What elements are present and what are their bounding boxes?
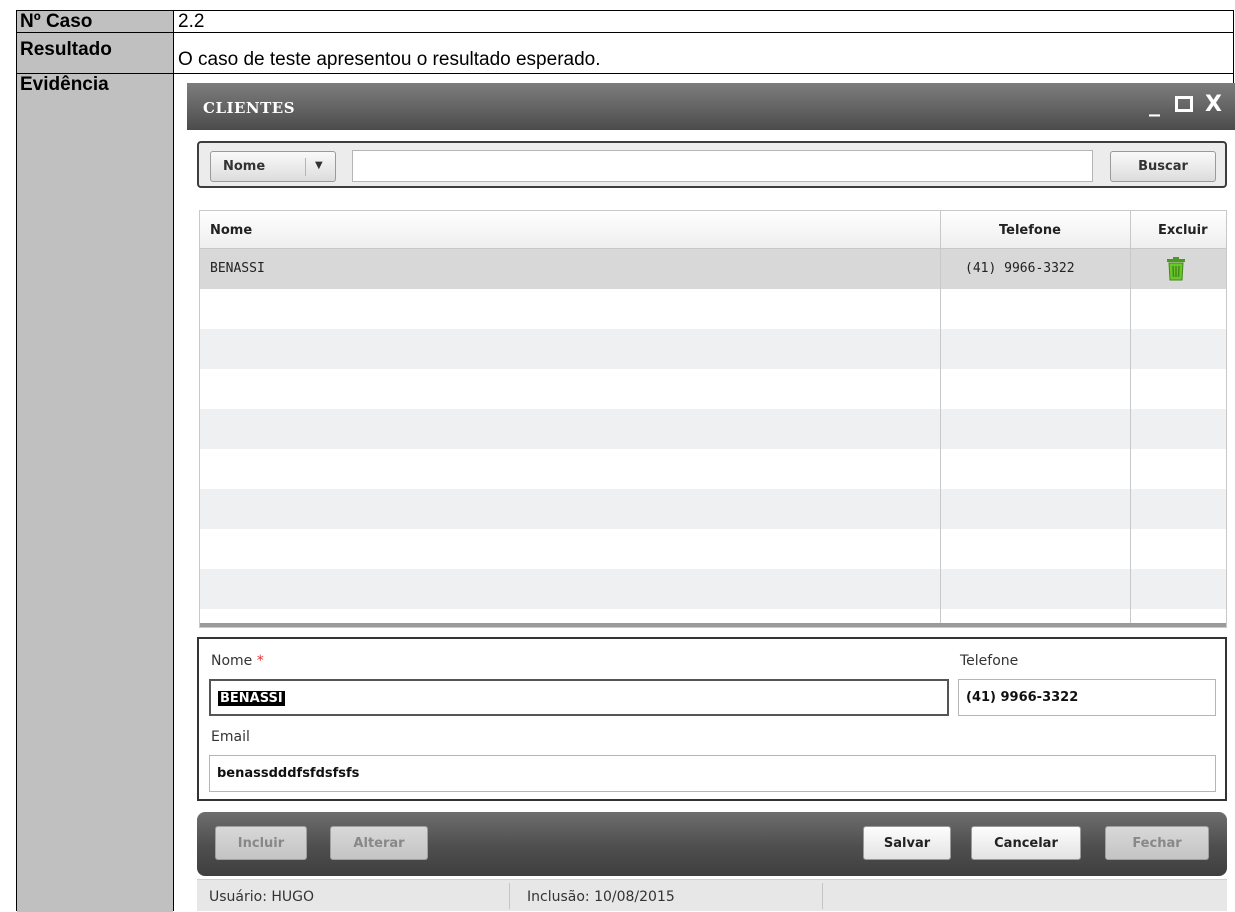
result-label: Resultado [17, 39, 173, 73]
table-row[interactable] [200, 529, 1226, 569]
maximize-icon[interactable] [1175, 94, 1193, 118]
status-divider [509, 883, 510, 909]
status-bar: Usuário: HUGO Inclusão: 10/08/2015 [197, 879, 1227, 911]
telefone-label: Telefone [960, 653, 1019, 669]
trash-icon[interactable] [1167, 257, 1185, 285]
table-row[interactable] [200, 489, 1226, 529]
nome-label: Nome * [211, 653, 264, 669]
row-telefone: (41) 9966-3322 [965, 261, 1075, 276]
column-header-nome[interactable]: Nome [210, 223, 252, 238]
search-field-select-label: Nome [223, 159, 266, 174]
column-divider [173, 11, 174, 911]
nome-label-text: Nome [211, 653, 253, 669]
chevron-down-icon: ▼ [315, 160, 323, 171]
incluir-button[interactable]: Incluir [215, 826, 307, 860]
alterar-button[interactable]: Alterar [330, 826, 428, 860]
status-inclusao: Inclusão: 10/08/2015 [527, 889, 675, 905]
fechar-button[interactable]: Fechar [1105, 826, 1209, 860]
case-label: Nº Caso [17, 11, 173, 32]
table-row[interactable] [200, 569, 1226, 609]
case-value: 2.2 [178, 11, 205, 32]
evidence-label: Evidência [17, 74, 173, 912]
search-field-select[interactable]: Nome ▼ [210, 151, 336, 182]
action-toolbar: Incluir Alterar Salvar Cancelar Fechar [197, 812, 1227, 876]
close-icon[interactable]: X [1205, 93, 1222, 117]
table-row[interactable] [200, 329, 1226, 369]
result-value: O caso de teste apresentou o resultado e… [178, 49, 601, 70]
cancelar-button[interactable]: Cancelar [971, 826, 1081, 860]
window-title: CLIENTES [203, 99, 296, 117]
table-row[interactable] [200, 369, 1226, 409]
window-title-bar[interactable]: CLIENTES _ X [187, 83, 1235, 130]
email-label: Email [211, 729, 250, 745]
status-divider [822, 883, 823, 909]
column-divider [940, 211, 941, 627]
clients-grid: Nome Telefone Excluir BENASSI (41) 9966-… [199, 210, 1227, 628]
salvar-button[interactable]: Salvar [863, 826, 951, 860]
telefone-field[interactable]: (41) 9966-3322 [958, 679, 1216, 716]
column-header-excluir[interactable]: Excluir [1158, 223, 1208, 238]
select-separator [305, 158, 306, 176]
search-panel: Nome ▼ Buscar [197, 141, 1227, 188]
result-row: Resultado O caso de teste apresentou o r… [17, 33, 1233, 73]
search-input[interactable] [352, 150, 1093, 182]
table-row[interactable] [200, 449, 1226, 489]
minimize-icon[interactable]: _ [1149, 93, 1160, 117]
nome-field[interactable]: BENASSI [209, 679, 949, 716]
table-row[interactable]: BENASSI (41) 9966-3322 [200, 249, 1226, 289]
required-marker: * [256, 653, 264, 669]
client-form: Nome * BENASSI Telefone (41) 9966-3322 E… [197, 637, 1227, 801]
search-button[interactable]: Buscar [1110, 151, 1216, 182]
nome-field-value: BENASSI [218, 691, 285, 706]
column-divider [1130, 211, 1131, 627]
column-header-telefone[interactable]: Telefone [999, 223, 1061, 238]
table-row[interactable] [200, 289, 1226, 329]
grid-header: Nome Telefone Excluir [200, 211, 1226, 249]
grid-bottom-edge [200, 623, 1226, 627]
row-nome: BENASSI [210, 261, 265, 276]
email-field[interactable]: benassdddfsfdsfsfs [209, 755, 1216, 792]
table-row[interactable] [200, 409, 1226, 449]
status-usuario: Usuário: HUGO [209, 889, 315, 905]
case-row: Nº Caso 2.2 [17, 11, 1233, 32]
clientes-window: CLIENTES _ X Nome ▼ Buscar Nome Telefone… [187, 83, 1235, 911]
